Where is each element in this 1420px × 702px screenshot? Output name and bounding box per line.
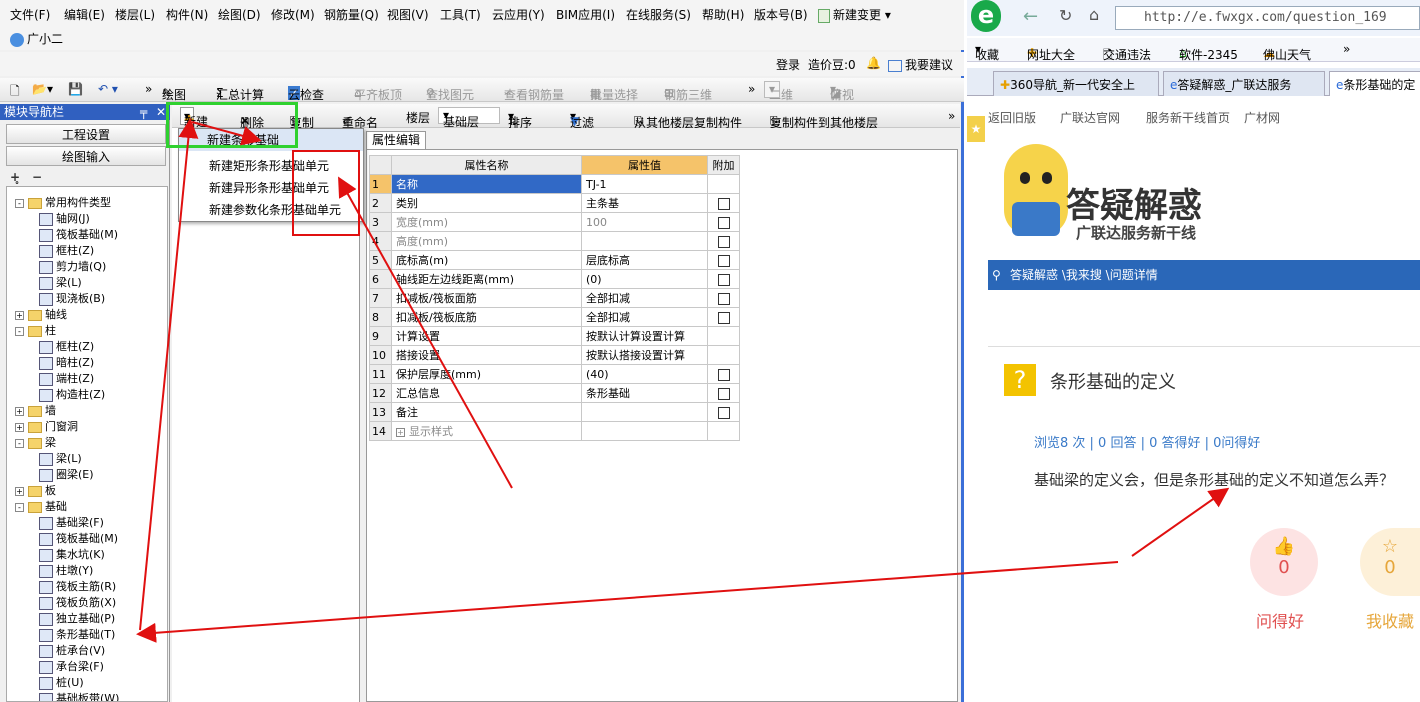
annotation-arrows	[136, 118, 1230, 643]
arrow-to-question	[1131, 487, 1230, 557]
arrow-to-dropdown	[191, 121, 262, 146]
arrow-to-new-button	[139, 118, 199, 631]
arrow-to-menu-items	[338, 176, 513, 489]
arrow-to-tree-item	[136, 561, 1119, 643]
